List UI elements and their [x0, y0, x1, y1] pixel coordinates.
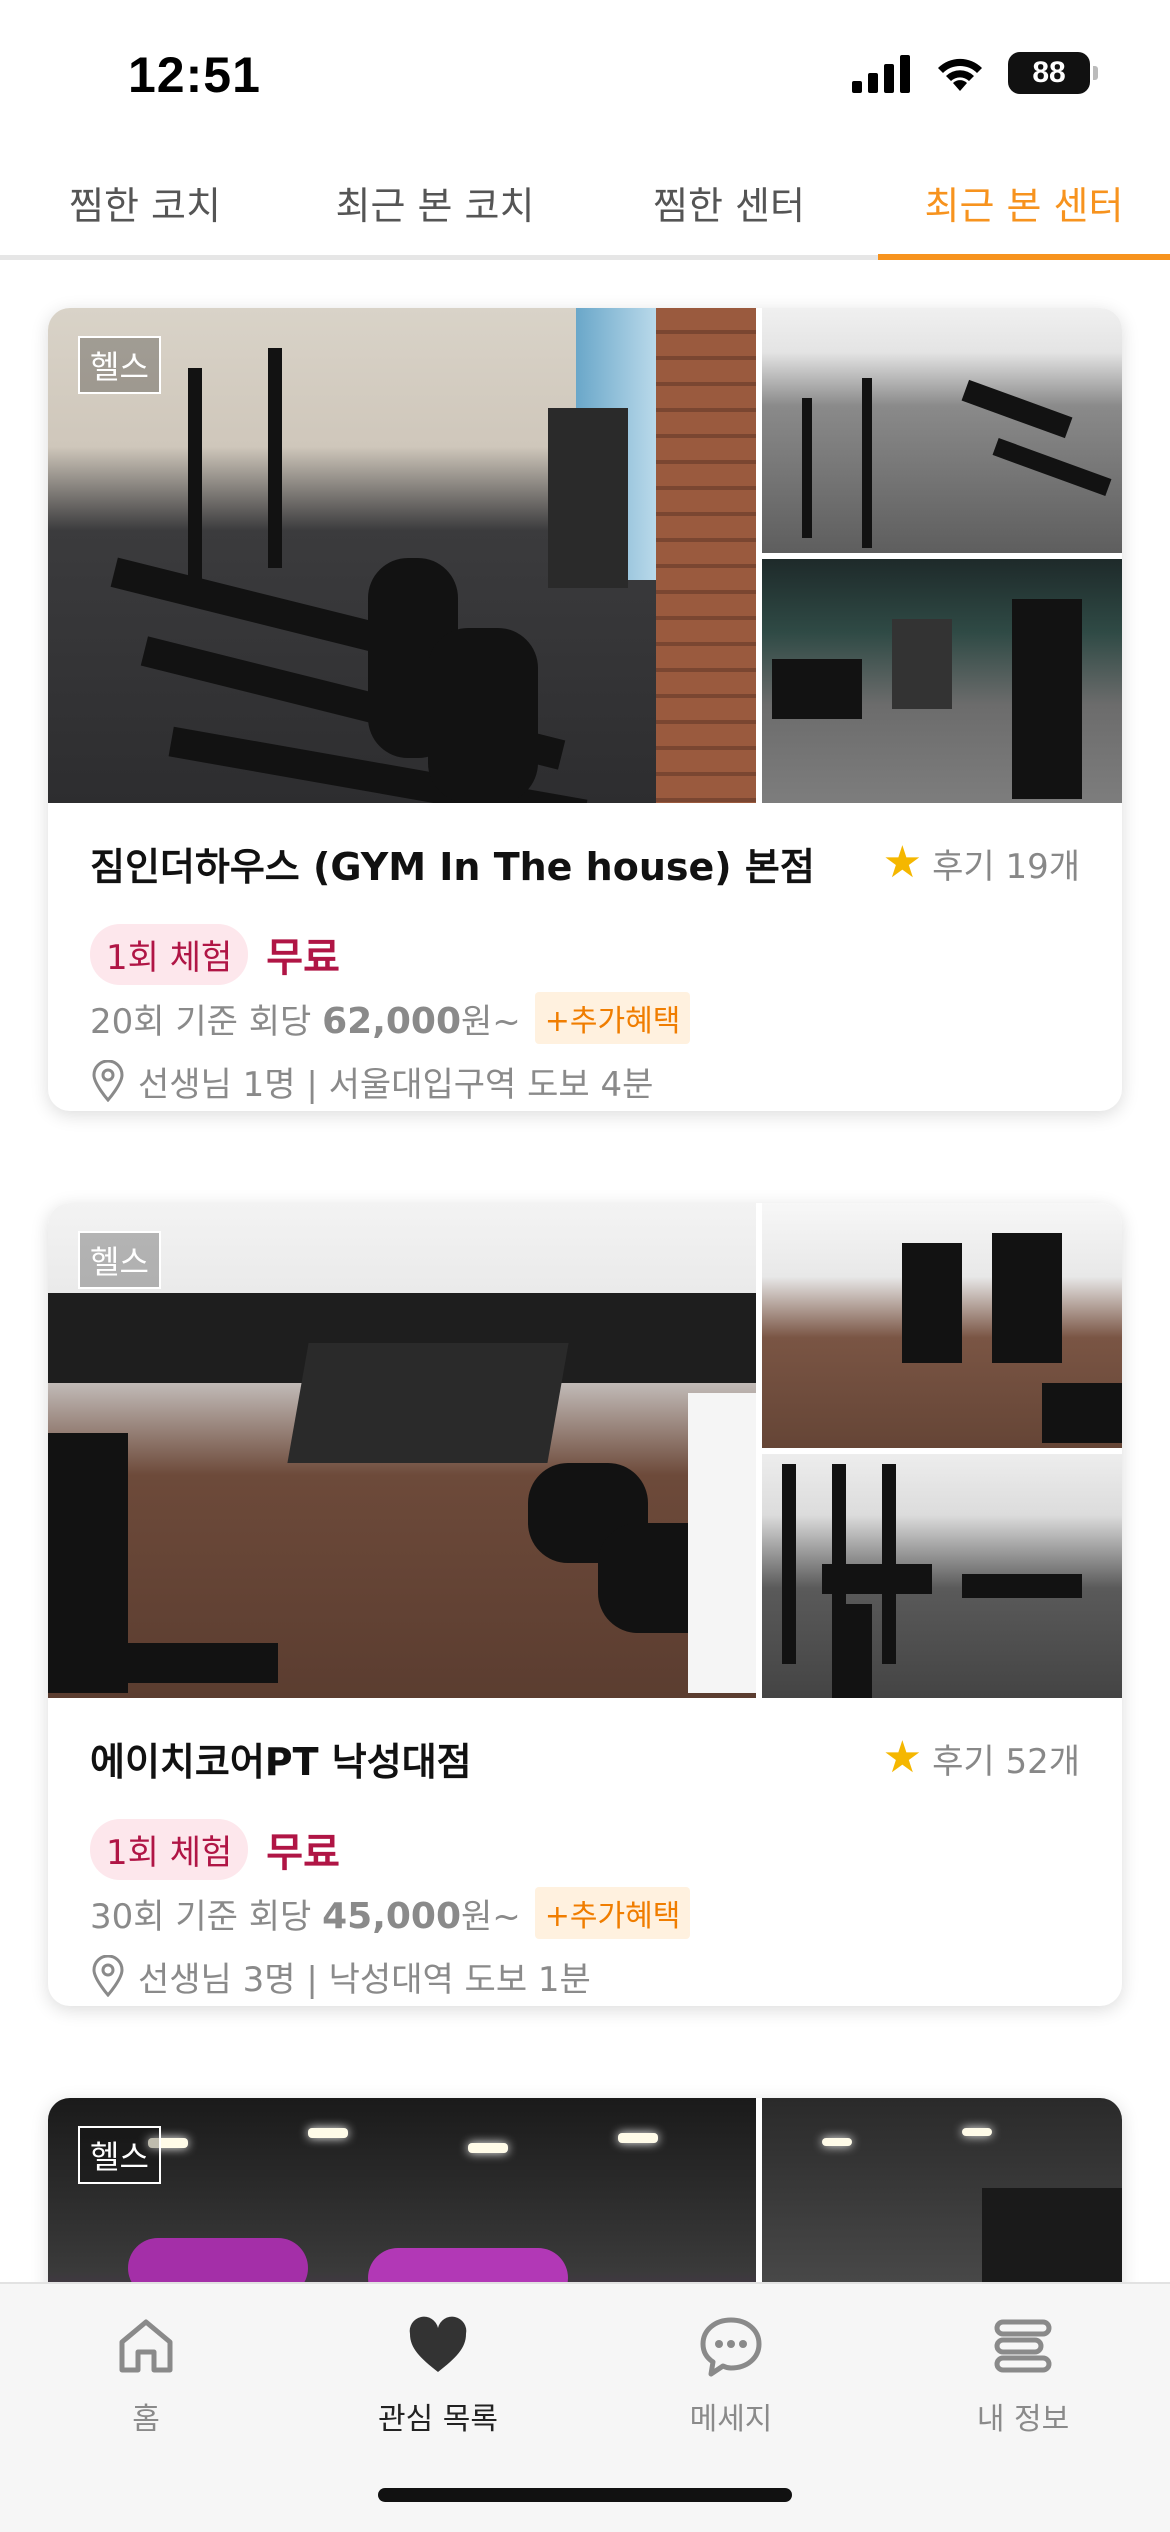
- status-time: 12:51: [128, 47, 261, 103]
- side-photos: [762, 1203, 1122, 1698]
- center-name: 짐인더하우스 (GYM In The house) 본점: [90, 844, 815, 889]
- review-count[interactable]: ★ 후기 19개: [883, 839, 1080, 888]
- home-icon: [119, 2319, 173, 2373]
- extra-benefit-badge: +추가혜택: [534, 1887, 691, 1939]
- price-prefix: 30회 기준 회당: [90, 1896, 312, 1937]
- price-value: 62,000: [322, 1000, 462, 1042]
- price-value: 45,000: [322, 1895, 462, 1937]
- tab-bar: 찜한 코치 최근 본 코치 찜한 센터 최근 본 센터: [0, 150, 1170, 260]
- home-indicator[interactable]: [378, 2488, 792, 2502]
- heart-icon: [409, 2316, 467, 2372]
- nav-home[interactable]: 홈: [46, 2314, 246, 2438]
- trial-badge: 1회 체험: [90, 1818, 249, 1880]
- photo-gallery[interactable]: 헬스: [48, 1203, 1122, 1698]
- location-pin-icon: [92, 1060, 124, 1102]
- wifi-icon: [938, 58, 982, 91]
- price-suffix: 원~: [461, 1896, 521, 1937]
- trial-badge: 1회 체험: [90, 923, 249, 985]
- main-photo: 헬스: [48, 1203, 756, 1698]
- signal-icon: [852, 55, 910, 93]
- card-info: 에이치코어PT 낙성대점 ★ 후기 52개 1회 체험 무료 30회 기준 회당…: [48, 1698, 1122, 2006]
- side-photo: [762, 1203, 1122, 1448]
- star-icon: ★: [882, 837, 923, 888]
- side-photo: [762, 558, 1122, 803]
- price-prefix: 20회 기준 회당: [90, 1001, 312, 1042]
- review-count[interactable]: ★ 후기 52개: [883, 1734, 1080, 1783]
- side-photo: [762, 1453, 1122, 1698]
- nav-messages[interactable]: 메세지: [631, 2314, 831, 2438]
- category-tag: 헬스: [78, 1231, 161, 1289]
- center-card[interactable]: 헬스 짐인더하우스 (GYM In The house) 본점 ★ 후기 19개: [48, 308, 1122, 1111]
- tab-liked-centers[interactable]: 찜한 센터: [580, 150, 878, 255]
- nav-my-info[interactable]: 내 정보: [923, 2314, 1123, 2438]
- tab-recent-centers[interactable]: 최근 본 센터: [878, 150, 1170, 260]
- location-pin-icon: [92, 1955, 124, 1997]
- star-icon: ★: [882, 1732, 923, 1783]
- photo-gallery[interactable]: 헬스: [48, 308, 1122, 803]
- tab-liked-coaches[interactable]: 찜한 코치: [0, 150, 290, 255]
- category-tag: 헬스: [78, 2126, 161, 2184]
- trial-price: 무료: [266, 935, 340, 981]
- nav-label: 내 정보: [976, 2402, 1070, 2437]
- menu-icon: [994, 2319, 1052, 2373]
- center-name: 에이치코어PT 낙성대점: [90, 1739, 472, 1784]
- location-text: 선생님 3명 | 낙성대역 도보 1분: [138, 1959, 591, 2000]
- side-photos: [762, 308, 1122, 803]
- category-tag: 헬스: [78, 336, 161, 394]
- status-icons: 88: [852, 52, 1098, 94]
- center-card[interactable]: 헬스 에이치코어PT 낙성대점 ★ 후기 52개 1회 체험 무료 30회 기준…: [48, 1203, 1122, 2006]
- nav-favorites[interactable]: 관심 목록: [338, 2314, 538, 2438]
- status-bar: 12:51 88: [0, 0, 1170, 140]
- card-info: 짐인더하우스 (GYM In The house) 본점 ★ 후기 19개 1회…: [48, 803, 1122, 1111]
- review-label: 후기 52개: [932, 1741, 1080, 1782]
- review-label: 후기 19개: [932, 846, 1080, 887]
- nav-label: 관심 목록: [378, 2402, 498, 2437]
- battery-icon: 88: [1008, 52, 1098, 94]
- main-photo: 헬스: [48, 308, 756, 803]
- location-text: 선생님 1명 | 서울대입구역 도보 4분: [138, 1064, 654, 1105]
- nav-label: 홈: [132, 2402, 160, 2437]
- price-suffix: 원~: [461, 1001, 521, 1042]
- trial-price: 무료: [266, 1830, 340, 1876]
- tab-recent-coaches[interactable]: 최근 본 코치: [290, 150, 580, 255]
- side-photo: [762, 308, 1122, 553]
- extra-benefit-badge: +추가혜택: [534, 992, 691, 1044]
- nav-label: 메세지: [689, 2402, 773, 2437]
- chat-icon: [700, 2317, 762, 2377]
